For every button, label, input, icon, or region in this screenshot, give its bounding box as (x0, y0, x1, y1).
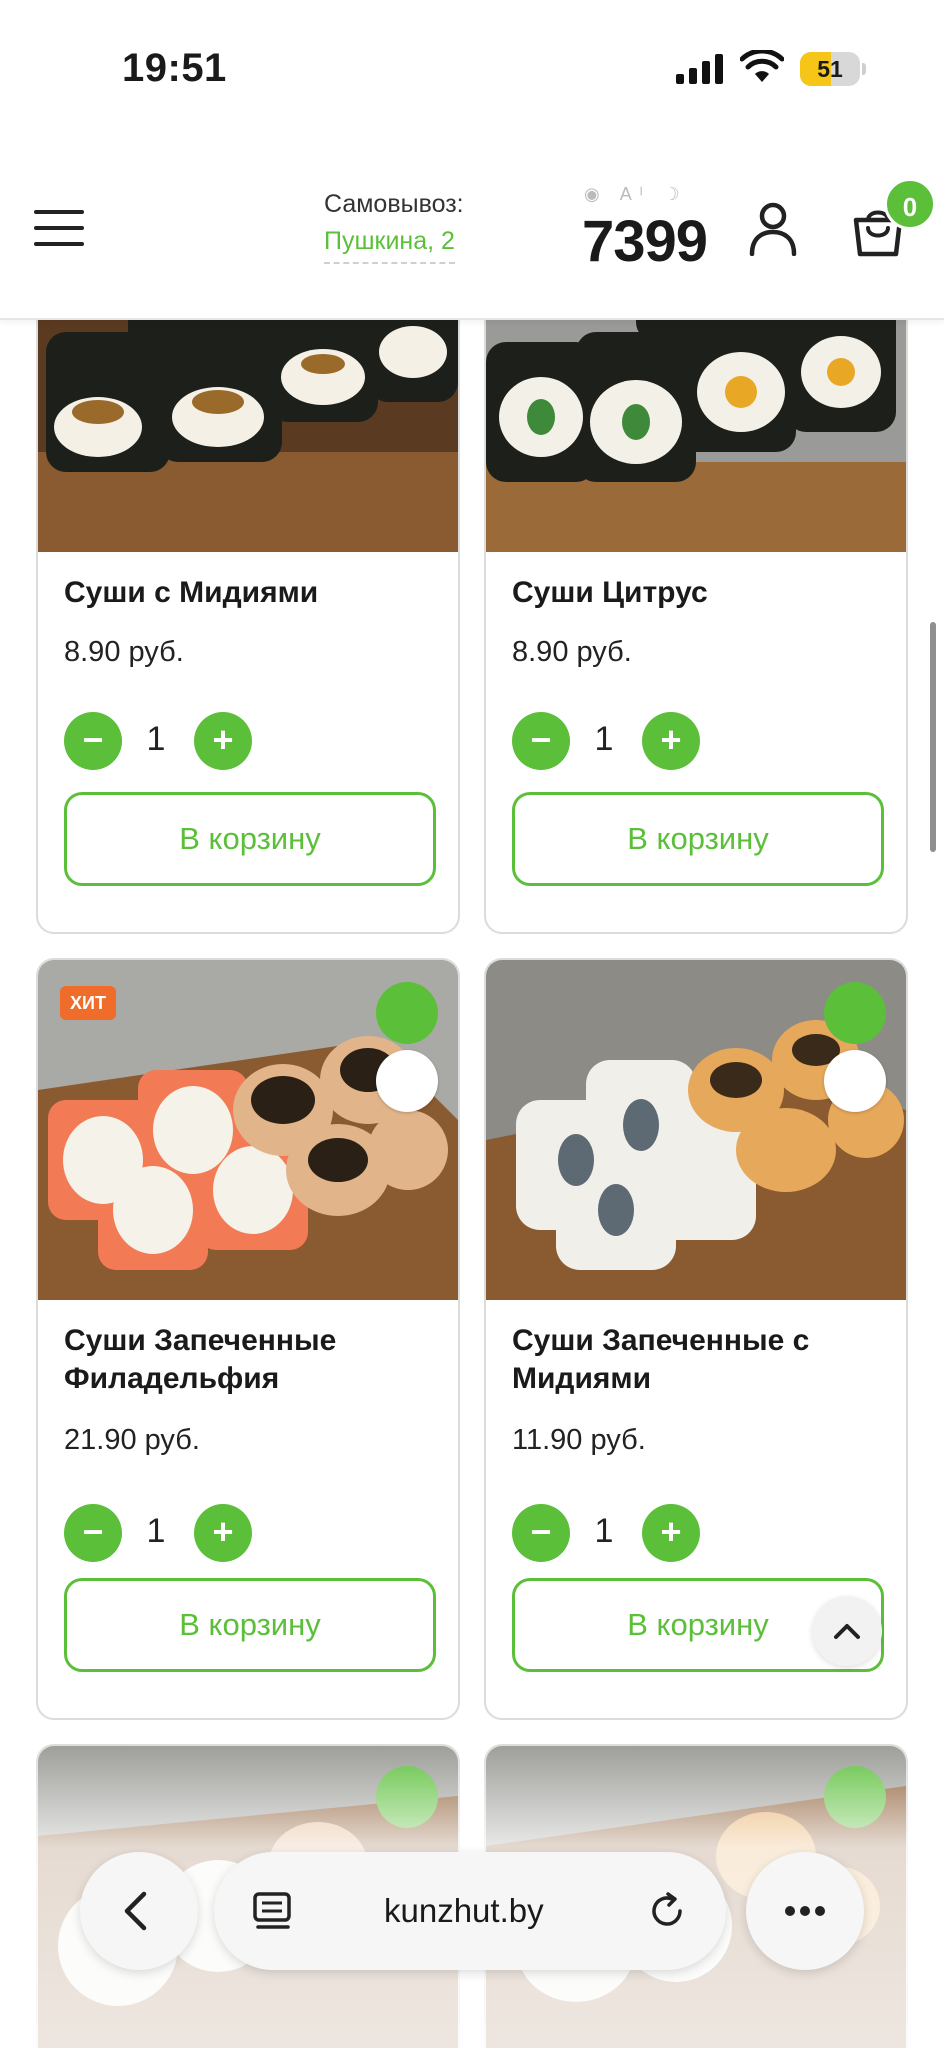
qty-value[interactable]: 1 (574, 720, 634, 759)
cellular-signal-icon (676, 54, 723, 84)
qty-value[interactable]: 1 (126, 1512, 186, 1551)
messenger-icons: ◉ Aˡ ☽ (584, 184, 688, 204)
product-card: ХИТ Суши Запеченные Филадельфия 21.90 ру… (36, 958, 460, 1720)
product-name[interactable]: Суши Запеченные Филадельфия (64, 1322, 394, 1398)
product-name[interactable]: Суши с Мидиями (64, 574, 318, 612)
battery-level: 51 (817, 56, 843, 82)
wifi-icon (740, 50, 784, 82)
site-header: Самовывоз: Пушкина, 2 ◉ Aˡ ☽ 7399 0 (0, 140, 944, 320)
qty-plus-button[interactable]: + (194, 712, 252, 770)
qty-plus-button[interactable]: + (194, 1504, 252, 1562)
product-price: 8.90 руб. (512, 636, 632, 668)
qty-plus-button[interactable]: + (642, 712, 700, 770)
qty-plus-button[interactable]: + (642, 1504, 700, 1562)
phone-number[interactable]: 7399 (582, 208, 708, 275)
address-bar[interactable]: kunzhut.by (214, 1852, 726, 1970)
ellipsis-icon (785, 1906, 825, 1916)
cart-count-badge[interactable]: 0 (884, 178, 936, 230)
more-options-button[interactable] (746, 1852, 864, 1970)
courier-icon (824, 1050, 886, 1112)
product-name[interactable]: Суши Запеченные с Мидиями (512, 1322, 852, 1398)
delivery-badge-icon (824, 982, 886, 1044)
add-to-cart-button[interactable]: В корзину (512, 792, 884, 886)
pickup-label: Самовывоз: (324, 190, 464, 218)
menu-icon[interactable] (34, 210, 84, 246)
product-name[interactable]: Суши Цитрус (512, 574, 708, 612)
url-text[interactable]: kunzhut.by (384, 1852, 544, 1970)
qty-minus-button[interactable]: − (512, 1504, 570, 1562)
hit-badge: ХИТ (60, 986, 116, 1020)
qty-minus-button[interactable]: − (64, 1504, 122, 1562)
status-bar: 19:51 51 (0, 0, 944, 140)
scrollbar[interactable] (930, 622, 936, 852)
qty-minus-button[interactable]: − (512, 712, 570, 770)
qty-minus-button[interactable]: − (64, 712, 122, 770)
product-price: 21.90 руб. (64, 1424, 200, 1456)
qty-value[interactable]: 1 (574, 1512, 634, 1551)
chevron-left-icon (124, 1891, 147, 1931)
product-price: 11.90 руб. (512, 1424, 646, 1456)
add-to-cart-button[interactable]: В корзину (64, 792, 436, 886)
qty-value[interactable]: 1 (126, 720, 186, 759)
product-card: Суши Цитрус 8.90 руб. − 1 + В корзину (484, 250, 908, 934)
pickup-address[interactable]: Пушкина, 2 (324, 227, 455, 264)
reader-mode-icon[interactable] (252, 1891, 294, 1931)
status-time: 19:51 (122, 46, 227, 90)
reload-icon[interactable] (646, 1890, 688, 1932)
user-icon[interactable] (748, 202, 798, 256)
pickup-selector[interactable]: Самовывоз: Пушкина, 2 (324, 190, 464, 264)
add-to-cart-button[interactable]: В корзину (64, 1578, 436, 1672)
product-price: 8.90 руб. (64, 636, 184, 668)
battery-icon: 51 (800, 52, 866, 86)
delivery-badge-icon (376, 982, 438, 1044)
courier-icon (376, 1050, 438, 1112)
browser-toolbar: kunzhut.by (0, 1852, 944, 1972)
scroll-to-top-button[interactable] (812, 1596, 882, 1666)
product-card: Суши с Мидиями 8.90 руб. − 1 + В корзину (36, 250, 460, 934)
chevron-up-icon (834, 1624, 860, 1639)
back-button[interactable] (80, 1852, 198, 1970)
